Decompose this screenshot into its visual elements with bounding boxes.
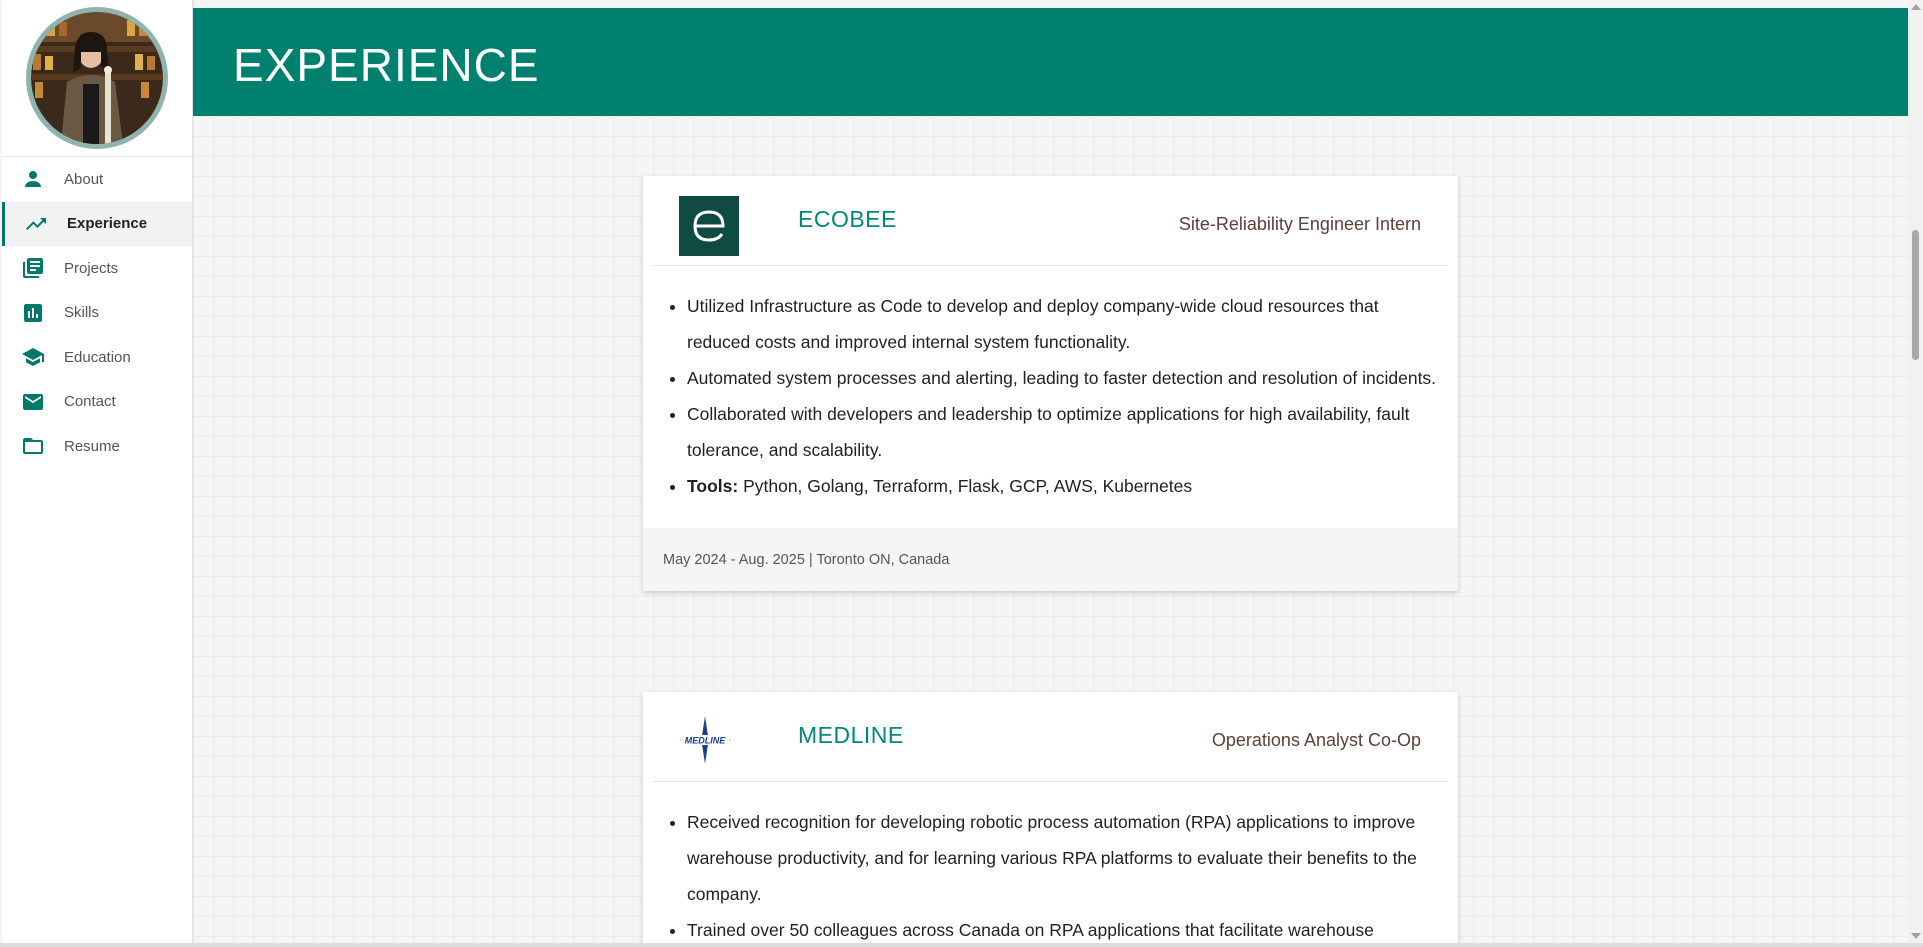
school-icon (20, 344, 46, 370)
scrollbar-thumb[interactable] (1912, 230, 1919, 360)
scroll-up-icon[interactable] (1911, 4, 1921, 10)
list-item: Received recognition for developing robo… (687, 804, 1438, 912)
list-item: Automated system processes and alerting,… (687, 360, 1438, 396)
tools-list: Python, Golang, Terraform, Flask, GCP, A… (738, 476, 1193, 496)
window-bottom-edge (0, 943, 1923, 947)
folder-icon (20, 433, 46, 459)
experience-card: ECOBEE Site-Reliability Engineer Intern … (643, 176, 1458, 591)
card-body: Received recognition for developing robo… (643, 782, 1458, 943)
tools-item: Tools: Python, Golang, Terraform, Flask,… (687, 468, 1438, 504)
sidebar-item-label: Resume (64, 437, 120, 455)
list-item: Utilized Infrastructure as Code to devel… (687, 288, 1438, 360)
sidebar-item-projects[interactable]: Projects (2, 246, 192, 291)
sidebar: About Experience Projects Skills Educati… (2, 0, 193, 943)
ecobee-e-icon (693, 210, 725, 242)
trending-up-icon (23, 211, 49, 237)
person-icon (20, 166, 46, 192)
avatar (26, 7, 168, 149)
sidebar-item-skills[interactable]: Skills (2, 291, 192, 336)
job-title: Site-Reliability Engineer Intern (1178, 214, 1421, 234)
list-item: Trained over 50 colleagues across Canada… (687, 912, 1438, 943)
sidebar-item-label: Contact (64, 393, 116, 411)
medline-logo-text: MEDLINE (685, 736, 726, 746)
bar-chart-icon (20, 300, 46, 326)
experience-card: MEDLINE MEDLINE Operations Analyst Co-Op… (643, 692, 1458, 943)
sidebar-nav: About Experience Projects Skills Educati… (2, 157, 192, 469)
sidebar-item-experience[interactable]: Experience (2, 201, 192, 246)
card-body: Utilized Infrastructure as Code to devel… (643, 266, 1458, 528)
sidebar-item-label: Projects (64, 259, 119, 277)
main-content: ECOBEE Site-Reliability Engineer Intern … (193, 116, 1908, 943)
scroll-down-icon[interactable] (1911, 933, 1921, 939)
company-name: MEDLINE (798, 722, 904, 748)
card-footer: May 2024 - Aug. 2025 | Toronto ON, Canad… (643, 528, 1458, 591)
job-title: Operations Analyst Co-Op (1211, 730, 1421, 750)
responsibility-list: Utilized Infrastructure as Code to devel… (663, 288, 1438, 504)
sidebar-item-contact[interactable]: Contact (2, 380, 192, 425)
sidebar-item-resume[interactable]: Resume (2, 424, 192, 469)
sidebar-item-about[interactable]: About (2, 157, 192, 202)
page-scrollbar[interactable] (1908, 0, 1923, 943)
sidebar-item-label: Education (64, 348, 131, 366)
avatar-container (2, 0, 192, 157)
portfolio-page: About Experience Projects Skills Educati… (0, 0, 1923, 947)
tools-label: Tools: (687, 476, 739, 496)
ecobee-logo (679, 196, 739, 256)
library-books-icon (20, 255, 46, 281)
card-header: MEDLINE MEDLINE Operations Analyst Co-Op (653, 692, 1448, 782)
card-header: ECOBEE Site-Reliability Engineer Intern (653, 176, 1448, 266)
responsibility-list: Received recognition for developing robo… (663, 804, 1438, 943)
avatar-photo (31, 12, 163, 144)
mail-icon (20, 389, 46, 415)
sidebar-item-education[interactable]: Education (2, 335, 192, 380)
medline-logo: MEDLINE (675, 714, 735, 766)
sidebar-item-label: About (64, 170, 104, 188)
company-name: ECOBEE (798, 206, 897, 232)
medline-star-icon: MEDLINE (679, 716, 731, 764)
sidebar-item-label: Experience (67, 215, 148, 233)
page-title: EXPERIENCE (233, 39, 540, 91)
sidebar-item-label: Skills (64, 304, 100, 322)
page-header: EXPERIENCE (193, 8, 1908, 116)
list-item: Collaborated with developers and leaders… (687, 396, 1438, 468)
